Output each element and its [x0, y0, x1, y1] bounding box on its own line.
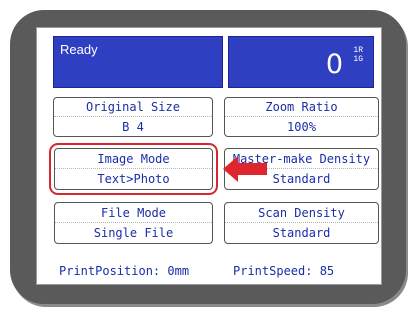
status-panel: Ready: [53, 36, 223, 88]
status-text: Ready: [60, 42, 98, 57]
zoom-ratio-button[interactable]: Zoom Ratio 100%: [224, 97, 379, 137]
red-left-arrow-icon: [223, 156, 267, 182]
scan-density-label: Scan Density: [225, 203, 378, 223]
counter-unit-bottom: 1G: [353, 55, 363, 64]
print-speed-text: PrintSpeed: 85: [233, 264, 335, 278]
file-mode-value: Single File: [93, 226, 174, 240]
scan-density-button[interactable]: Scan Density Standard: [224, 202, 379, 244]
zoom-ratio-value: 100%: [287, 119, 316, 134]
scan-density-value: Standard: [272, 226, 331, 240]
copy-counter: 0: [325, 49, 343, 80]
counter-unit-top: 1R: [353, 46, 363, 55]
image-mode-highlight: [49, 143, 218, 195]
original-size-value: B 4: [122, 119, 144, 134]
zoom-ratio-label: Zoom Ratio: [225, 98, 378, 117]
print-position-text: PrintPosition: 0mm: [59, 264, 190, 278]
original-size-label: Original Size: [54, 98, 212, 117]
touch-screen: Ready 0 1R 1G Original Size B 4 Zoom Rat…: [36, 27, 382, 285]
counter-panel: 0 1R 1G: [228, 36, 374, 88]
file-mode-label: File Mode: [55, 203, 212, 223]
file-mode-button[interactable]: File Mode Single File: [54, 202, 213, 244]
original-size-button[interactable]: Original Size B 4: [53, 97, 213, 137]
counter-units: 1R 1G: [353, 46, 363, 64]
